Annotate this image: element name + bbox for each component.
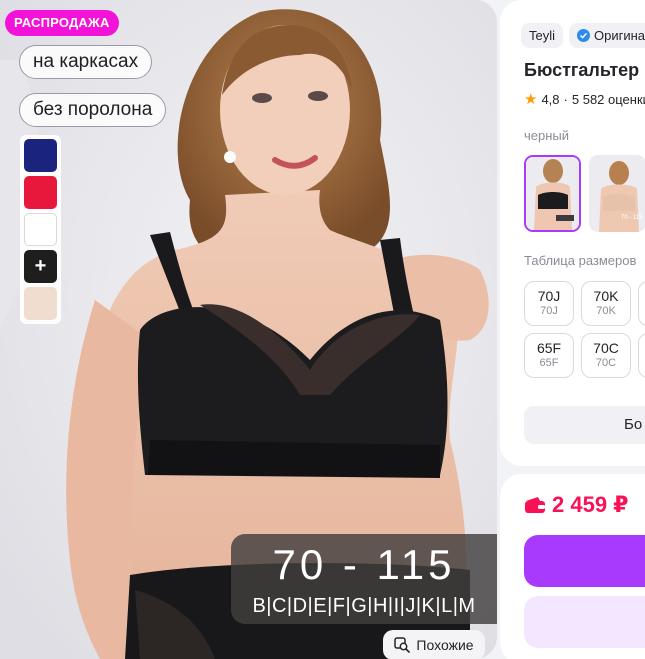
size-range-plate: 70 - 115 B|C|D|E|F|G|H|I|J|K|L|M	[231, 534, 497, 624]
size-range-text: 70 - 115	[272, 541, 456, 588]
search-similar-icon	[394, 637, 411, 653]
size-option-70k[interactable]: 70K 70K	[581, 281, 631, 326]
rating-separator: ·	[563, 91, 568, 107]
original-label: Оригинал	[594, 28, 645, 43]
product-page: РАСПРОДАЖА на каркасах без поролона + 70…	[0, 0, 645, 659]
more-sizes-button[interactable]: Бо	[524, 406, 645, 444]
color-name: черный	[524, 128, 570, 143]
sale-badge: РАСПРОДАЖА	[5, 10, 119, 36]
product-photo[interactable]: РАСПРОДАЖА на каркасах без поролона + 70…	[0, 0, 497, 659]
svg-text:70 - 115: 70 - 115	[621, 215, 643, 221]
original-badge[interactable]: Оригинал	[569, 23, 645, 48]
buy-now-button[interactable]	[524, 596, 645, 648]
price-value: 2 459 ₽	[552, 492, 629, 517]
add-to-cart-button[interactable]	[524, 535, 645, 587]
swatch-beige[interactable]	[24, 287, 57, 320]
thumb-image-beige: 70 - 115	[589, 155, 645, 232]
star-icon: ★	[524, 91, 538, 108]
rating-value: 4,8	[541, 91, 560, 107]
color-thumb-beige[interactable]: 70 - 115	[589, 155, 645, 232]
purchase-panel: 2 459 ₽	[500, 474, 645, 659]
size-option-65f[interactable]: 65F 65F	[524, 333, 574, 378]
brand-chip[interactable]: Teyli	[521, 23, 564, 48]
plus-icon: +	[34, 255, 47, 277]
price-row: 2 459 ₽	[524, 492, 628, 518]
reviews-count: 5 582 оценки	[571, 91, 645, 107]
swatch-red[interactable]	[24, 176, 57, 209]
size-option-70j[interactable]: 70J 70J	[524, 281, 574, 326]
size-option-partial-2[interactable]	[638, 333, 645, 378]
product-title: Бюстгальтер	[524, 60, 640, 80]
cup-sizes-text: B|C|D|E|F|G|H|I|J|K|L|M	[252, 595, 476, 617]
size-table-link[interactable]: Таблица размеров	[524, 253, 636, 268]
tag-no-padding[interactable]: без поролона	[19, 93, 167, 127]
color-thumb-black[interactable]	[524, 155, 581, 232]
rating-row[interactable]: ★ 4,8 · 5 582 оценки	[524, 90, 645, 108]
brand-row: Teyli Оригинал	[521, 23, 645, 48]
tag-underwire[interactable]: на каркасах	[19, 45, 153, 79]
wallet-icon	[525, 497, 545, 513]
product-info-panel: Teyli Оригинал Бюстгальтер ★ 4,8 · 5 582…	[500, 0, 645, 466]
swatch-white[interactable]	[24, 213, 57, 246]
size-option-partial-1[interactable]	[638, 281, 645, 326]
verified-check-icon	[577, 29, 591, 42]
swatch-more[interactable]: +	[24, 250, 57, 283]
thumb-image-black	[526, 157, 579, 230]
similar-label: Похожие	[416, 637, 474, 653]
color-swatches: +	[20, 135, 61, 324]
similar-button[interactable]: Похожие	[383, 630, 485, 659]
size-option-70c[interactable]: 70C 70C	[581, 333, 631, 378]
swatch-navy[interactable]	[24, 139, 57, 172]
